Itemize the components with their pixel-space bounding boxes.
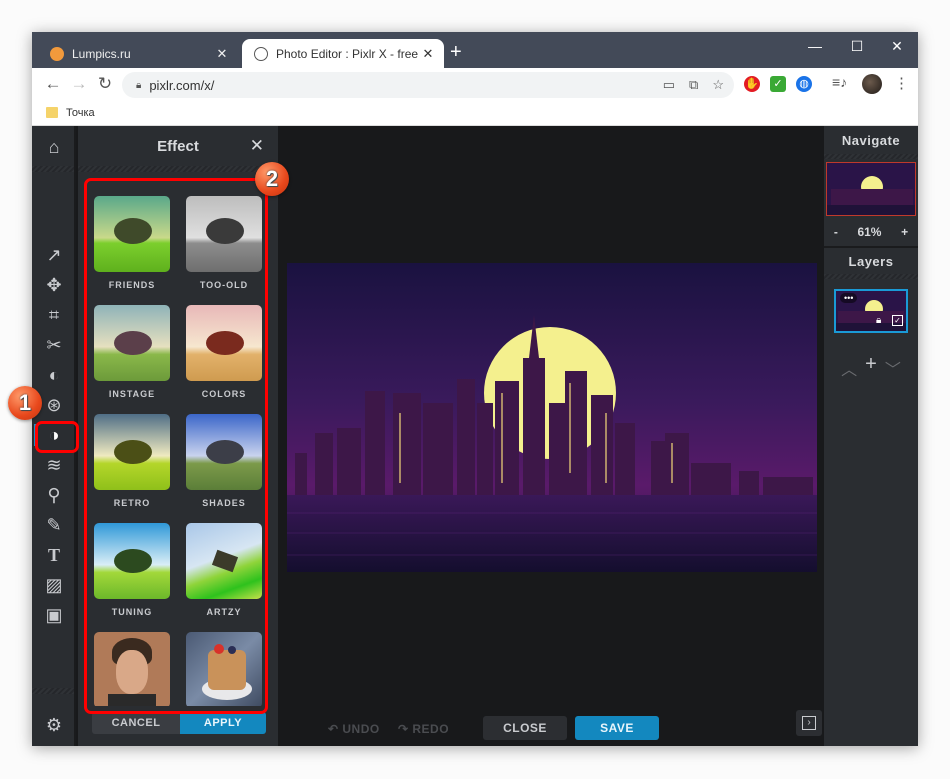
back-arrow-icon[interactable]: ← [40, 74, 66, 94]
minimize-button[interactable]: — [800, 38, 830, 54]
settings-gear-icon[interactable]: ⚙ [32, 711, 76, 739]
save-button[interactable]: SAVE [575, 716, 659, 740]
cutout-scissors-icon[interactable]: ✂ [32, 331, 76, 359]
redo-label: REDO [412, 722, 450, 736]
close-tab-icon[interactable]: ✕ [212, 46, 232, 62]
retouch-icon[interactable]: ⚲ [32, 481, 76, 509]
navigator-preview[interactable] [826, 162, 916, 216]
navigate-title: Navigate [841, 133, 901, 148]
browser-toolbar: ← → ↻ 🔒︎ pixlr.com/x/ ▭ ⧉ ☆ ✋ ✓ ◍ ≡♪ ⋮ [32, 68, 918, 100]
translate-icon[interactable]: ⧉ [689, 77, 698, 93]
close-window-button[interactable]: ✕ [882, 38, 912, 55]
tab-label: Lumpics.ru [72, 46, 131, 61]
tab-strip: Lumpics.ru ✕ Photo Editor : Pixlr X - fr… [32, 32, 918, 68]
lumpics-favicon-icon [50, 46, 64, 61]
close-button[interactable]: CLOSE [483, 716, 567, 740]
bookmark-tochka[interactable]: Точка [66, 107, 95, 119]
bookmark-star-icon[interactable]: ☆ [712, 77, 724, 93]
redo-button[interactable]: ↷ REDO [398, 722, 449, 736]
move-icon[interactable]: ✥ [32, 271, 76, 299]
crop-icon[interactable]: ⌗ [32, 301, 76, 329]
close-icon[interactable]: ✕ [250, 136, 264, 156]
layer-item[interactable]: ••• 🔒︎ ✓ [834, 289, 908, 333]
undo-label: UNDO [342, 722, 380, 736]
layer-down-icon[interactable]: ﹀ [885, 356, 901, 380]
divider [824, 274, 918, 279]
layer-up-icon[interactable]: ︿ [841, 356, 857, 380]
zoom-in-button[interactable]: + [901, 225, 908, 239]
text-icon[interactable]: T [32, 541, 76, 569]
undo-icon: ↶ [328, 722, 343, 736]
zoom-level: 61% [857, 225, 882, 239]
annotation-badge-1: 1 [8, 386, 42, 420]
tab-pixlr[interactable]: Photo Editor : Pixlr X - free image ✕ [242, 39, 444, 68]
navigator-image [827, 163, 915, 215]
add-layer-icon[interactable]: + [865, 354, 877, 380]
maximize-button[interactable]: ☐ [842, 38, 872, 55]
cancel-button[interactable]: CANCEL [92, 712, 180, 734]
annotation-box-1 [35, 421, 79, 453]
url-text[interactable]: pixlr.com/x/ [149, 78, 214, 93]
right-panel: Navigate - 61% + Layers ••• 🔒︎ ✓ ︿ + ﹀ [824, 126, 918, 746]
adblock-extension-icon[interactable]: ✋ [744, 76, 760, 92]
check-extension-icon[interactable]: ✓ [770, 76, 786, 92]
panel-toggle-icon: › [802, 716, 816, 730]
home-icon[interactable]: ⌂ [32, 133, 76, 161]
bookmarks-bar: Точка [32, 100, 918, 126]
elements-icon[interactable]: ▨ [32, 571, 76, 599]
zoom-out-button[interactable]: - [834, 225, 838, 239]
vpn-globe-extension-icon[interactable]: ◍ [796, 76, 812, 92]
close-tab-icon[interactable]: ✕ [418, 46, 438, 62]
zoom-controls: - 61% + [824, 222, 918, 242]
media-control-icon[interactable]: ≡♪ [832, 74, 847, 90]
layers-title: Layers [848, 254, 894, 269]
redo-icon: ↷ [398, 722, 413, 736]
city-skyline-image [287, 263, 817, 572]
apply-button[interactable]: APPLY [180, 712, 266, 734]
divider [824, 246, 918, 248]
layer-more-icon[interactable]: ••• [840, 293, 858, 303]
lock-icon[interactable]: 🔒︎ [876, 315, 881, 326]
address-bar[interactable]: 🔒︎ pixlr.com/x/ ▭ ⧉ ☆ [122, 72, 734, 98]
canvas-image[interactable] [287, 263, 817, 572]
layer-controls: ︿ + ﹀ [824, 354, 918, 380]
reload-icon[interactable]: ↻ [92, 74, 118, 94]
undo-button[interactable]: ↶ UNDO [328, 722, 380, 736]
effect-panel-title: Effect [157, 138, 199, 155]
divider [32, 688, 74, 694]
visibility-checkbox-icon[interactable]: ✓ [892, 315, 903, 326]
tab-label: Photo Editor : Pixlr X - free image [276, 46, 418, 61]
profile-avatar[interactable] [862, 74, 882, 94]
divider [824, 154, 918, 159]
menu-kebab-icon[interactable]: ⋮ [894, 74, 909, 92]
annotation-badge-2: 2 [255, 162, 289, 196]
divider [78, 166, 278, 172]
annotation-box-2 [84, 178, 268, 714]
new-tab-button[interactable]: + [450, 42, 462, 62]
liquify-icon[interactable]: ≋ [32, 451, 76, 479]
lock-icon: 🔒︎ [136, 79, 142, 91]
tab-lumpics[interactable]: Lumpics.ru ✕ [38, 39, 238, 68]
divider [32, 166, 74, 172]
add-image-icon[interactable]: ▣ [32, 601, 76, 629]
forward-arrow-icon[interactable]: → [66, 74, 92, 94]
toggle-panel-button[interactable]: › [796, 710, 822, 736]
arrange-icon[interactable]: ↗ [32, 241, 76, 269]
folder-icon [46, 107, 58, 118]
draw-brush-icon[interactable]: ✎ [32, 511, 76, 539]
cast-device-icon[interactable]: ▭ [663, 77, 675, 93]
pixlr-favicon-icon [254, 46, 268, 61]
adjust-icon[interactable]: ◐ [32, 361, 76, 389]
